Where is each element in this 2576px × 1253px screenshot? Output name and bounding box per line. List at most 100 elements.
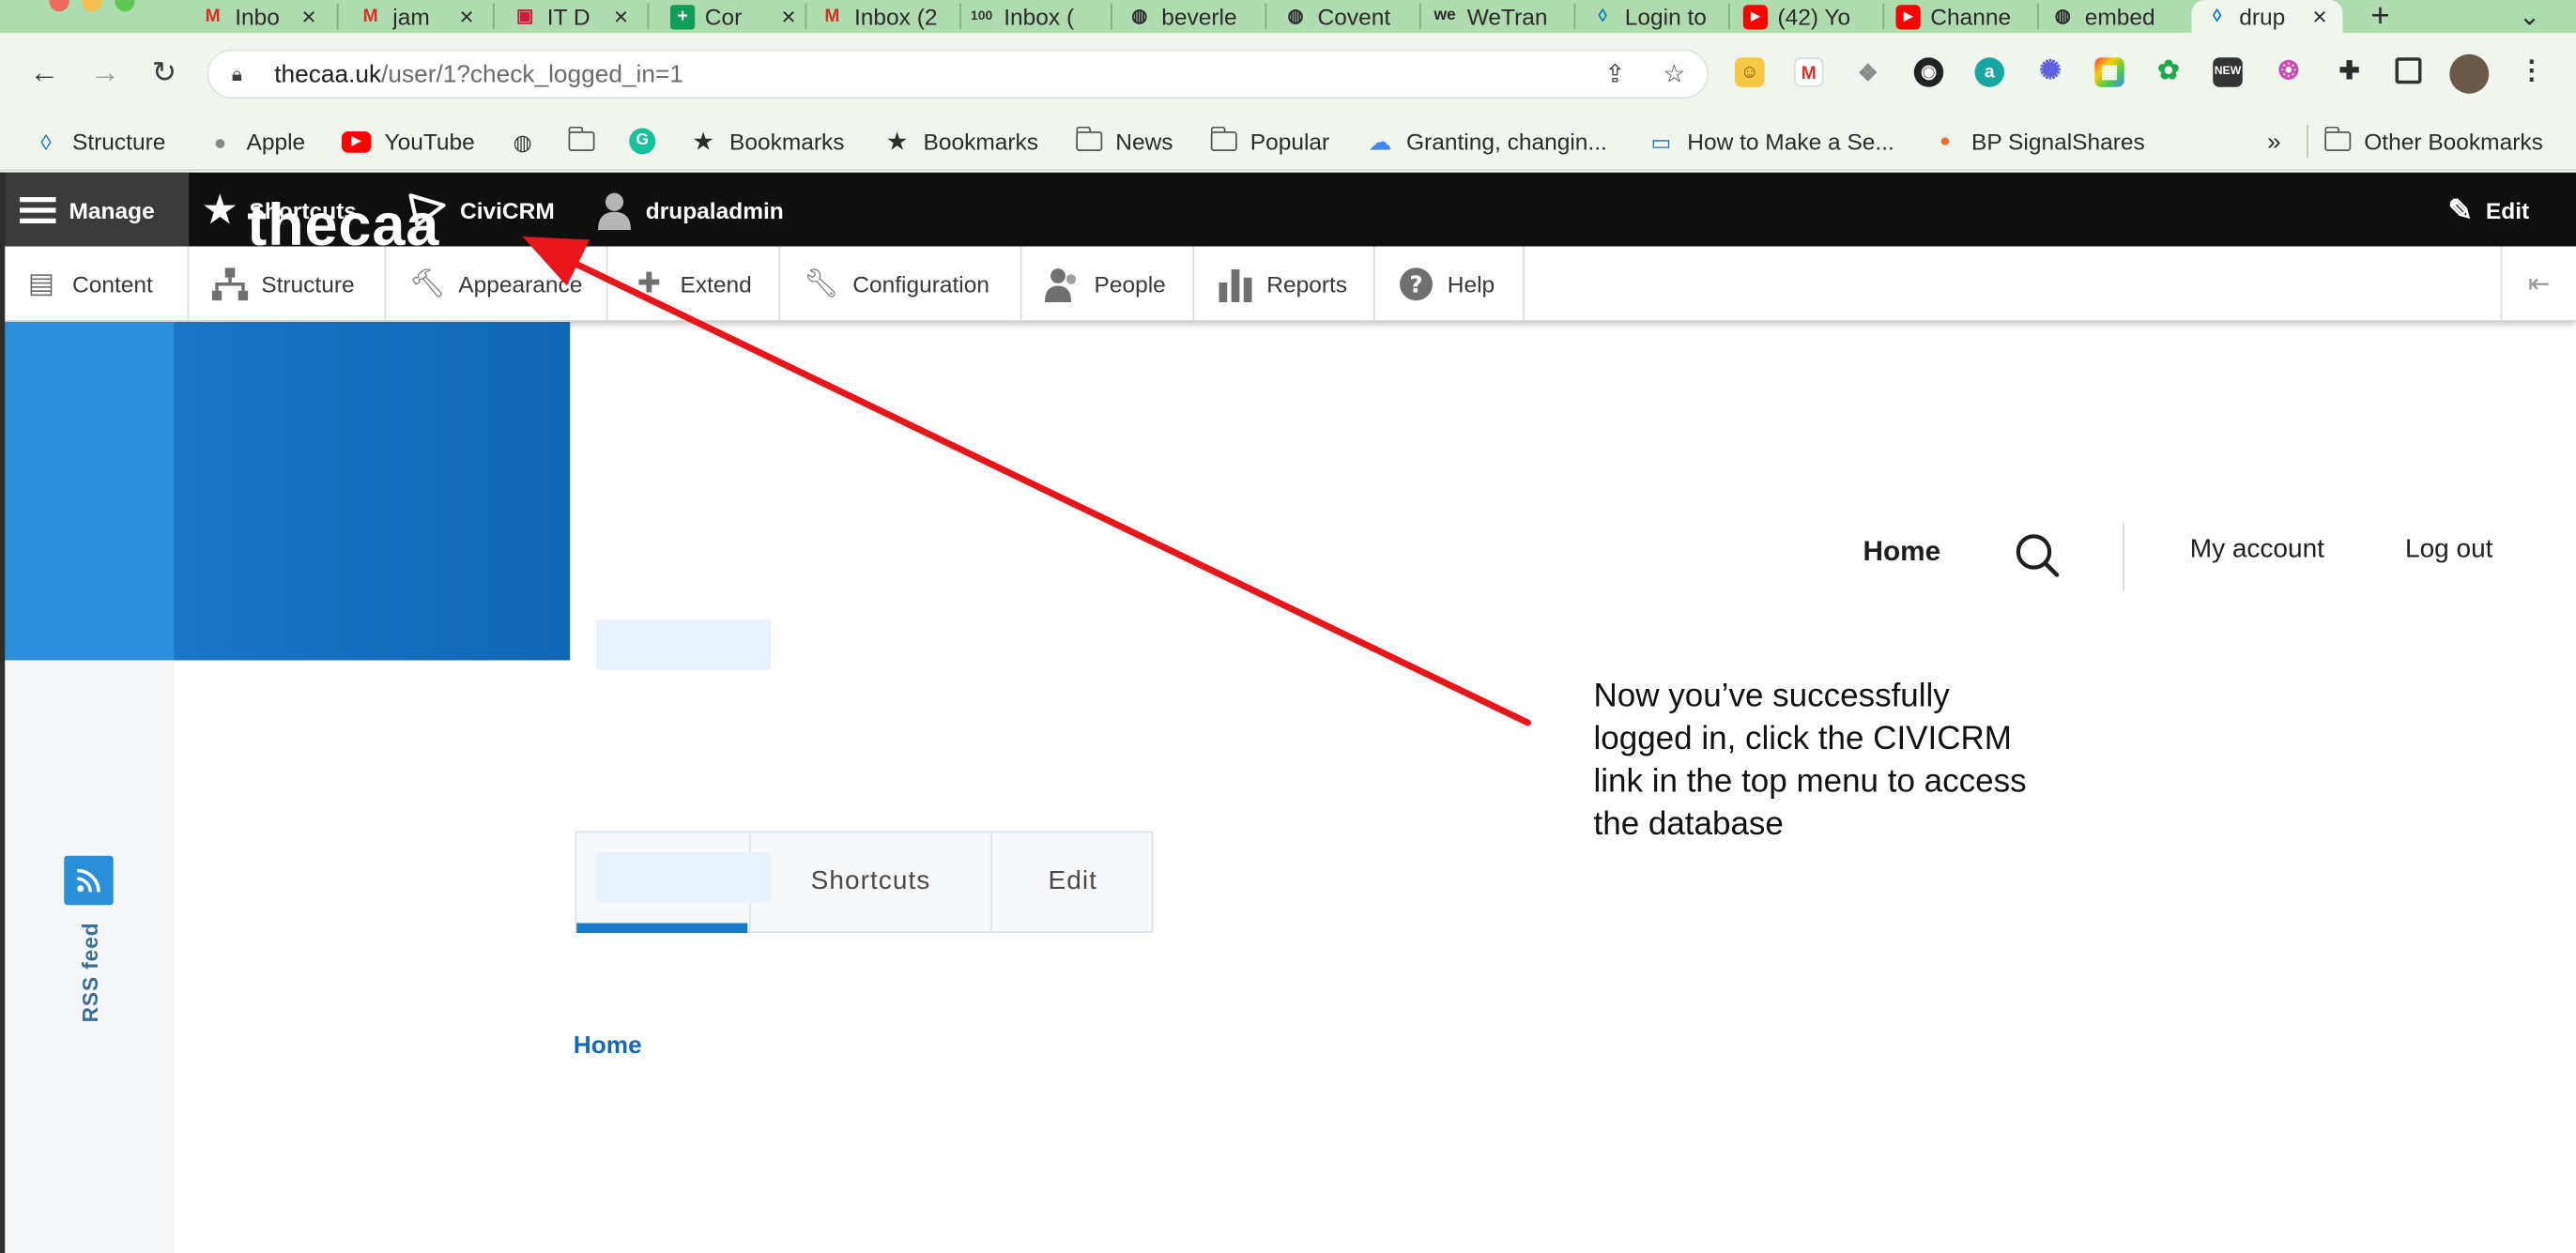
profile-avatar-icon[interactable] (2449, 53, 2490, 94)
browser-tab[interactable]: ▶ Channe (1895, 0, 2028, 33)
bookmark-popular[interactable]: Popular (1209, 125, 1329, 158)
tray-label: Extend (680, 269, 752, 297)
sparkle-extension-icon[interactable]: ✺ (2035, 57, 2065, 87)
tray-label: Help (1447, 269, 1495, 297)
emoji-extension-icon[interactable]: ☺ (1735, 57, 1765, 87)
browser-toolbar: ← → ↻ 🔒︎ thecaa.uk/user/1?check_logged_i… (0, 33, 2576, 112)
browser-tab[interactable]: ◍ beverle (1127, 0, 1259, 33)
bookmark-granting[interactable]: ☁ Granting, changin... (1367, 125, 1607, 158)
browser-tab[interactable]: ◍ Covent (1283, 0, 1415, 33)
user-tab-shortcuts[interactable]: Shortcuts (751, 833, 992, 932)
browser-tab[interactable]: we WeTran (1433, 0, 1568, 33)
close-icon[interactable]: × (2310, 3, 2330, 31)
new-badge-extension-icon[interactable]: NEW (2213, 57, 2243, 87)
tray-item-extend[interactable]: ✚ Extend (608, 246, 781, 321)
amazon-extension-icon[interactable]: a (1974, 57, 2004, 87)
main-nav-home[interactable]: Home (1863, 536, 1941, 579)
bookmark-bookmarks-2[interactable]: ★ Bookmarks (884, 125, 1038, 158)
browser-tab[interactable]: M jam × (359, 0, 477, 33)
user-tab-view[interactable] (576, 833, 771, 932)
tray-item-reports[interactable]: Reports (1194, 246, 1375, 321)
browser-tab[interactable]: ◊ Login to (1590, 0, 1725, 33)
browser-tab[interactable]: M Inbo × (201, 0, 319, 33)
bookmark-star-icon[interactable]: ☆ (1658, 59, 1691, 92)
site-branding (0, 322, 571, 661)
tab-title: Cor (704, 3, 743, 30)
bookmark-folder[interactable] (567, 125, 608, 158)
brain-extension-icon[interactable]: ❂ (2274, 57, 2304, 87)
annotation-line: the database (1593, 806, 1784, 843)
share-icon[interactable]: ⇪ (1599, 59, 1632, 92)
tray-item-people[interactable]: People (1022, 246, 1195, 321)
bookmark-how-to-make[interactable]: ▭ How to Make a Se... (1648, 125, 1894, 158)
close-icon[interactable]: × (779, 3, 799, 31)
bookmark-news[interactable]: News (1075, 125, 1173, 158)
browser-tab[interactable]: M Inbox (2 (820, 0, 948, 33)
grammarly-icon: G (629, 128, 656, 155)
grid-extension-icon[interactable]: ▦ (2094, 57, 2124, 87)
bookmark-bp-signalshares[interactable]: ● BP SignalShares (1932, 125, 2145, 158)
tray-item-configuration[interactable]: 🔧︎ Configuration (780, 246, 1022, 321)
reports-icon (1218, 266, 1254, 302)
bookmark-structure[interactable]: ◊ Structure (33, 125, 165, 158)
tray-item-content[interactable]: ▤ Content (0, 246, 190, 321)
tab-title: embed (2084, 3, 2155, 30)
breadcrumb-home[interactable]: Home (574, 1031, 642, 1060)
browser-tab[interactable]: ▣ IT D × (513, 0, 631, 33)
bookmark-apple[interactable]: ● Apple (207, 125, 306, 158)
new-tab-button[interactable]: + (2370, 0, 2403, 33)
tray-item-help[interactable]: ? Help (1375, 246, 1525, 321)
window-minimize-icon[interactable] (82, 0, 102, 12)
gmail-extension-icon[interactable]: M (1794, 57, 1824, 87)
tab-search-button[interactable]: ⌄ (2519, 0, 2552, 33)
svg-text:?: ? (1409, 270, 1422, 298)
drupal-icon: ◊ (1598, 6, 1607, 26)
extend-icon: ✚ (636, 267, 661, 299)
rss-feed-icon[interactable] (64, 855, 114, 906)
window-close-icon[interactable] (49, 0, 69, 12)
close-icon[interactable]: × (611, 3, 631, 31)
bookmarks-overflow-button[interactable]: » (2267, 125, 2281, 158)
evernote-extension-icon[interactable]: ✿ (2154, 57, 2184, 87)
lock-icon[interactable]: 🔒︎ (232, 62, 258, 86)
annotation-line: Now you’ve successfully (1593, 678, 1950, 715)
rss-feed-label[interactable]: RSS feed (78, 922, 102, 1022)
edit-button[interactable]: ✎ Edit (2448, 173, 2530, 247)
camera-extension-icon[interactable]: ◉ (1913, 57, 1944, 87)
window-zoom-icon[interactable] (115, 0, 135, 12)
browser-tab[interactable]: 100 Inbox ( (970, 0, 1101, 33)
browser-menu-icon[interactable]: ⋮ (2517, 57, 2547, 87)
site-name[interactable]: thecaa (175, 191, 514, 260)
bookmark-globe[interactable]: ◍ (510, 125, 549, 158)
main-nav-log-out[interactable]: Log out (2405, 536, 2492, 579)
wetransfer-icon: we (1434, 7, 1456, 25)
other-bookmarks[interactable]: Other Bookmarks (2323, 125, 2543, 158)
tab-title: Channe (1930, 3, 2012, 30)
people-icon (1045, 266, 1081, 302)
bookmark-grammarly[interactable]: G (629, 125, 668, 158)
bookmark-label: Structure (72, 128, 166, 155)
reload-icon[interactable]: ↻ (146, 54, 183, 91)
user-tab-edit[interactable]: Edit (992, 833, 1154, 931)
back-icon[interactable]: ← (26, 54, 63, 91)
forward-icon[interactable]: → (87, 54, 124, 91)
tray-orientation-toggle-icon[interactable]: ⇤ (2500, 246, 2576, 321)
browser-tab[interactable]: ◍ embed (2050, 0, 2185, 33)
main-nav-my-account[interactable]: My account (2190, 536, 2324, 579)
manage-button[interactable]: Manage (0, 172, 190, 247)
browser-tab-active[interactable]: ◊ drup × (2191, 0, 2343, 33)
browser-tab[interactable]: ▶ (42) Yo (1742, 0, 1881, 33)
extensions-puzzle-icon[interactable]: ✚ (2335, 57, 2365, 87)
search-icon[interactable] (2015, 532, 2061, 578)
address-bar[interactable]: 🔒︎ thecaa.uk/user/1?check_logged_in=1 ⇪ … (207, 49, 1709, 99)
browser-tab[interactable]: + Cor × (670, 0, 799, 33)
google-cloud-icon: ☁ (1368, 128, 1392, 155)
close-icon[interactable]: × (457, 3, 477, 31)
bookmark-bookmarks-1[interactable]: ★ Bookmarks (690, 125, 844, 158)
help-icon: ? (1398, 266, 1434, 302)
dropbox-extension-icon[interactable]: ❖ (1853, 57, 1883, 87)
sidebar-icon[interactable] (2395, 57, 2422, 84)
close-icon[interactable]: × (299, 3, 319, 31)
bookmark-youtube[interactable]: ▶ YouTube (342, 125, 475, 158)
user-menu-button[interactable]: drupaladmin (596, 173, 784, 247)
